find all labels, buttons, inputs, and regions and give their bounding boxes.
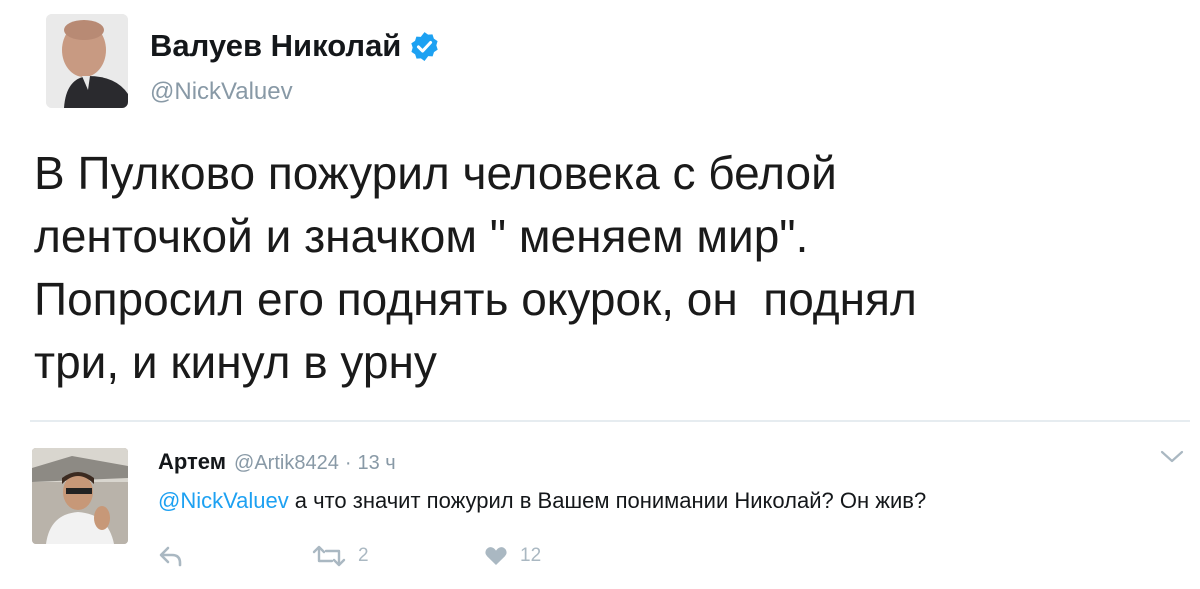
reply-avatar[interactable] [32,448,128,544]
chevron-down-icon[interactable] [1158,446,1186,468]
reply-text: @NickValuev а что значит пожурил в Вашем … [158,488,926,514]
divider [30,420,1190,422]
like-count: 12 [520,545,542,566]
reply-actions: 2 12 [150,545,750,579]
reply-timestamp[interactable]: 13 ч [358,452,396,474]
reply-mention-link[interactable]: @NickValuev [158,488,289,513]
reply-button[interactable] [158,545,184,567]
verified-badge-icon [408,30,441,63]
author-name-row: Валуев Николай [150,28,441,64]
author-handle[interactable]: @NickValuev [150,78,293,106]
reply-handle[interactable]: @Artik8424 [234,452,339,474]
author-avatar[interactable] [46,14,128,108]
reply-author-name[interactable]: Артем [158,449,226,475]
retweet-icon [312,545,346,567]
retweet-button[interactable]: 2 [312,545,369,567]
reply-header: Артем @Artik8424 · 13 ч [158,449,396,475]
meta-separator: · [344,452,352,474]
reply-arrow-icon [158,545,184,567]
heart-icon [484,545,508,567]
like-button[interactable]: 12 [484,545,541,567]
retweet-count: 2 [358,545,369,566]
reply-meta: @Artik8424 · 13 ч [234,452,396,475]
tweet-text: В Пулково пожурил человека с белой ленто… [34,147,917,388]
tweet-header: Валуев Николай @NickValuev [46,14,746,114]
reply-avatar-image [32,448,128,544]
reply-body: а что значит пожурил в Вашем понимании Н… [294,488,927,513]
author-name[interactable]: Валуев Николай [150,28,401,64]
author-avatar-image [46,14,128,108]
